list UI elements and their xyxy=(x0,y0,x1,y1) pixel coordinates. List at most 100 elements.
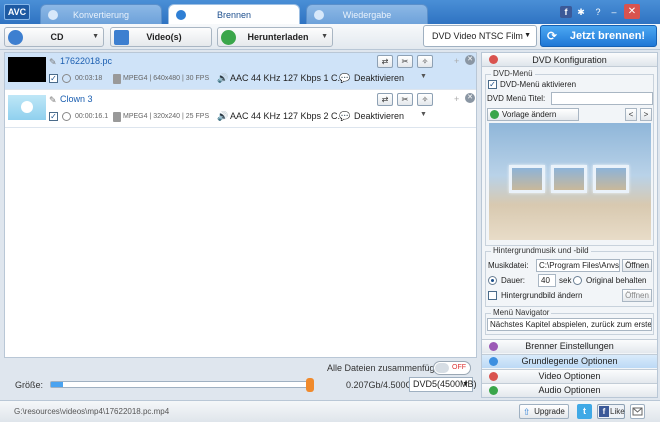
status-bar: G:\resources\videos\mp4\17622018.pc.mp4 … xyxy=(0,400,660,422)
music-file-label: Musikdatei: xyxy=(488,261,529,270)
merge-label: Alle Dateien zusammenfügen xyxy=(327,363,445,373)
section-label: Video Optionen xyxy=(538,371,601,381)
preview-thumbnail xyxy=(509,165,545,193)
keep-original-radio[interactable] xyxy=(573,276,582,285)
subtitle-select[interactable]: Deaktivieren xyxy=(354,111,404,121)
plus-icon[interactable]: + xyxy=(454,94,459,104)
edit-icon[interactable]: ✎ xyxy=(49,57,57,68)
tab-label: Brennen xyxy=(216,10,252,20)
facebook-icon: f xyxy=(599,406,609,417)
menu-title-input[interactable] xyxy=(551,92,653,105)
button-label: Jetzt brennen! xyxy=(569,30,646,42)
file-row[interactable]: ✎ 17622018.pc ✓ 00:03:18 MPEG4 | 640x480… xyxy=(5,53,476,90)
section-label: Brenner Einstellungen xyxy=(525,341,614,351)
burner-icon xyxy=(489,342,498,351)
burn-now-button[interactable]: ⟳ Jetzt brennen! xyxy=(540,25,657,47)
title-bar: AVC Konvertierung Brennen Wiedergabe f ✱… xyxy=(0,0,660,24)
subtitle-select[interactable]: Deaktivieren xyxy=(354,73,404,83)
file-duration: 00:00:16.1 xyxy=(75,113,109,120)
remove-file-icon[interactable]: ✕ xyxy=(465,93,475,103)
minimize-icon[interactable]: – xyxy=(608,6,620,18)
media-icon xyxy=(113,112,121,122)
menu-title-label: DVD Menü Titel: xyxy=(487,94,546,103)
next-template-button[interactable]: > xyxy=(640,108,652,121)
tab-brennen[interactable]: Brennen xyxy=(168,4,300,24)
file-row[interactable]: ✎ Clown 3 ✓ 00:00:16.1 MPEG4 | 320x240 |… xyxy=(5,91,476,128)
rotate-button[interactable]: ⇄ xyxy=(377,93,393,106)
upgrade-icon: ⇧ xyxy=(523,407,531,417)
chevron-down-icon[interactable]: ▼ xyxy=(92,28,99,46)
navigator-select[interactable]: Nächstes Kapitel abspielen, zurück zum e… xyxy=(487,318,652,331)
chevron-down-icon[interactable]: ▼ xyxy=(420,73,427,80)
section-audio-options[interactable]: Audio Optionen xyxy=(482,383,657,397)
help-icon[interactable]: ? xyxy=(592,6,604,18)
music-file-input[interactable]: C:\Program Files\Anvso xyxy=(536,259,620,272)
add-video-button[interactable]: Video(s) xyxy=(110,27,212,47)
button-label: CD xyxy=(50,32,64,42)
size-progress-bar xyxy=(50,381,312,388)
clock-icon xyxy=(62,74,71,83)
twitter-icon[interactable]: t xyxy=(577,404,592,419)
facebook-icon[interactable]: f xyxy=(560,6,572,18)
button-label: Herunterladen xyxy=(247,32,309,42)
section-burner-settings[interactable]: Brenner Einstellungen xyxy=(482,339,657,353)
remove-file-icon[interactable]: ✕ xyxy=(465,55,475,65)
film-add-icon xyxy=(114,30,129,45)
duration-input[interactable]: 40 xyxy=(538,274,556,287)
audio-icon: 🔊 xyxy=(217,111,229,121)
audio-track-select[interactable]: AAC 44 KHz 127 Kbps 2 C... xyxy=(230,111,345,121)
open-image-button[interactable]: Öffnen xyxy=(622,289,652,302)
keep-original-label: Original behalten xyxy=(586,276,647,285)
dvd-icon xyxy=(489,55,498,64)
file-duration: 00:03:18 xyxy=(75,75,103,82)
effects-button[interactable]: ✧ xyxy=(417,55,433,68)
button-label: Video(s) xyxy=(146,32,182,42)
download-button[interactable]: Herunterladen ▼ xyxy=(217,27,333,47)
message-icon[interactable] xyxy=(630,404,645,419)
merge-toggle[interactable]: OFF xyxy=(433,361,471,375)
section-video-options[interactable]: Video Optionen xyxy=(482,369,657,383)
cut-button[interactable]: ✂ xyxy=(397,55,413,68)
tab-label: Konvertierung xyxy=(72,10,130,20)
section-basic-options[interactable]: Grundlegende Optionen xyxy=(482,354,657,368)
subtitle-icon: 💬 xyxy=(339,111,351,121)
button-label: Vorlage ändern xyxy=(502,110,557,119)
effects-button[interactable]: ✧ xyxy=(417,93,433,106)
dvd-config-panel: DVD Konfiguration DVD-Menü ✓ DVD-Menü ak… xyxy=(481,52,658,398)
add-cd-button[interactable]: CD ▼ xyxy=(4,27,104,47)
duration-radio[interactable] xyxy=(488,276,497,285)
duration-label: Dauer: xyxy=(501,276,526,285)
disc-type-select[interactable]: DVD5(4500MB) ▼ xyxy=(409,377,477,392)
tab-konvertierung[interactable]: Konvertierung xyxy=(40,4,162,24)
prev-template-button[interactable]: < xyxy=(625,108,637,121)
audio-track-select[interactable]: AAC 44 KHz 127 Kbps 1 C... xyxy=(230,73,345,83)
upgrade-button[interactable]: ⇧ Upgrade xyxy=(519,404,569,419)
cut-button[interactable]: ✂ xyxy=(397,93,413,106)
change-template-button[interactable]: Vorlage ändern xyxy=(487,108,579,121)
panel-header[interactable]: DVD Konfiguration xyxy=(482,53,657,67)
duration-unit: sek xyxy=(559,276,572,285)
file-name: 17622018.pc xyxy=(60,56,113,66)
file-checkbox[interactable]: ✓ xyxy=(49,112,58,121)
open-music-button[interactable]: Öffnen xyxy=(622,259,652,272)
gear-icon[interactable]: ✱ xyxy=(575,6,587,18)
tab-wiedergabe[interactable]: Wiedergabe xyxy=(306,4,428,24)
chevron-down-icon[interactable]: ▼ xyxy=(321,28,328,46)
video-thumbnail xyxy=(8,57,46,82)
toggle-state: OFF xyxy=(452,364,466,371)
close-icon[interactable]: ✕ xyxy=(624,4,640,19)
file-checkbox[interactable]: ✓ xyxy=(49,74,58,83)
background-image-checkbox[interactable] xyxy=(488,291,497,300)
group-label: Menü Navigator xyxy=(491,308,552,317)
audio-icon: 🔊 xyxy=(217,73,229,83)
output-format-select[interactable]: DVD Video NTSC Film ▼ xyxy=(423,25,537,47)
envelope-icon xyxy=(632,407,643,416)
edit-icon[interactable]: ✎ xyxy=(49,95,57,106)
chevron-down-icon[interactable]: ▼ xyxy=(420,111,427,118)
rotate-button[interactable]: ⇄ xyxy=(377,55,393,68)
enable-menu-checkbox[interactable]: ✓ xyxy=(488,80,497,89)
facebook-like-button[interactable]: f Like xyxy=(597,404,625,419)
plus-icon[interactable]: + xyxy=(454,56,459,66)
button-label: Upgrade xyxy=(534,407,565,416)
menu-preview-image xyxy=(489,123,651,240)
